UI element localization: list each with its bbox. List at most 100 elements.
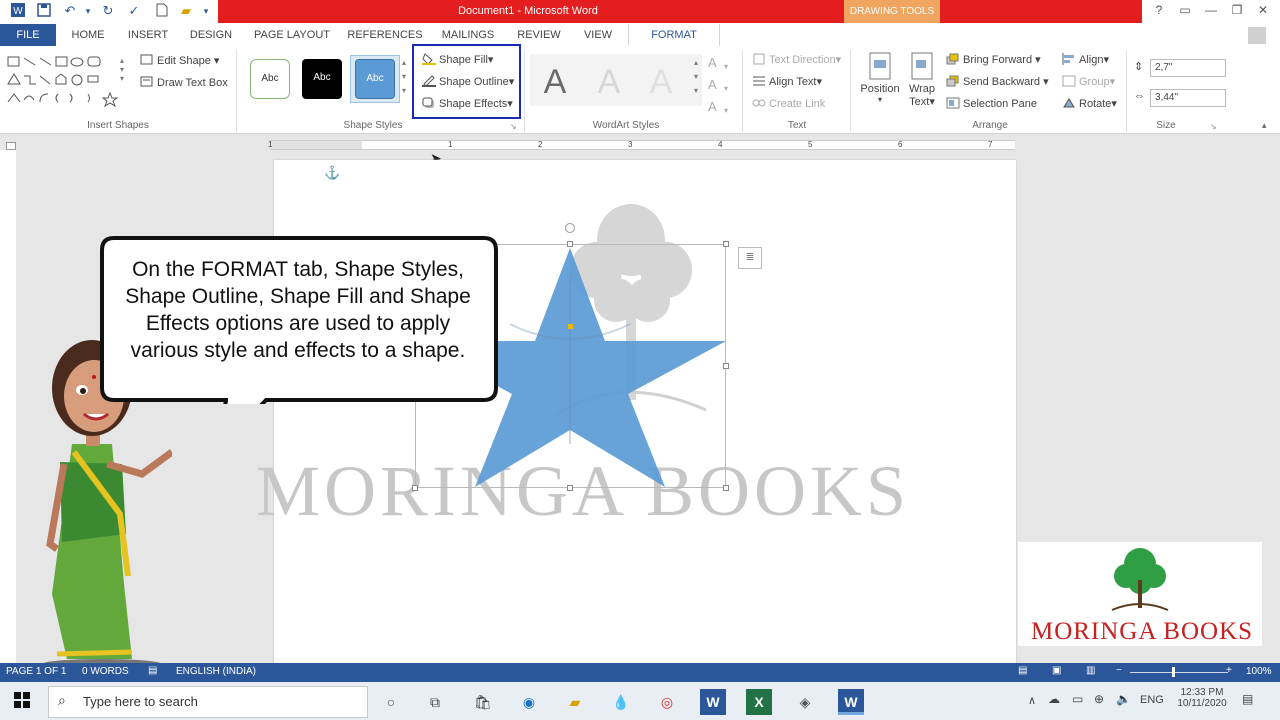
spelling-check-icon[interactable]: ✓ <box>126 3 142 19</box>
minimize-icon[interactable]: — <box>1202 3 1220 19</box>
resize-handle[interactable] <box>412 485 418 491</box>
shape-width-field[interactable]: 3,44" <box>1150 89 1226 107</box>
close-icon[interactable]: ✕ <box>1254 3 1272 19</box>
shape-style-outline-sample[interactable]: Abc <box>250 59 290 99</box>
undo-dropdown-icon[interactable]: ▾ <box>80 3 96 19</box>
layout-options-icon[interactable]: ≣ <box>738 247 762 269</box>
gallery-scroll-icon[interactable]: ▴ ▾ ▾ <box>120 56 124 83</box>
tab-review[interactable]: REVIEW <box>512 24 566 46</box>
rotate-handle[interactable] <box>565 223 575 233</box>
globe-icon[interactable]: ⊕ <box>1094 692 1104 706</box>
dialog-launcher-icon[interactable]: ↘ <box>510 122 517 131</box>
tab-design[interactable]: DESIGN <box>186 24 236 46</box>
align-button[interactable]: Align▾ <box>1062 53 1109 66</box>
print-layout-icon[interactable]: ▣ <box>1052 665 1061 676</box>
notifications-icon[interactable]: ▤ <box>1242 692 1253 706</box>
resize-handle[interactable] <box>723 241 729 247</box>
position-button[interactable]: Position ▾ <box>860 52 900 104</box>
volume-icon[interactable]: 🔈 <box>1116 692 1131 706</box>
network-sync-icon[interactable]: ☁ <box>1048 692 1060 706</box>
redo-icon[interactable]: ↻ <box>100 3 116 19</box>
wordart-style-3[interactable]: A <box>638 60 684 104</box>
resize-handle[interactable] <box>567 485 573 491</box>
text-direction-button[interactable]: Text Direction▾ <box>752 53 841 66</box>
language-indicator[interactable]: ENGLISH (INDIA) <box>176 666 256 677</box>
resize-handle[interactable] <box>723 363 729 369</box>
create-link-button[interactable]: Create Link <box>752 97 825 110</box>
collapse-ribbon-icon[interactable]: ▴ <box>1262 120 1267 131</box>
show-hidden-icons-icon[interactable]: ∧ <box>1028 694 1036 707</box>
tab-file[interactable]: FILE <box>0 24 56 46</box>
zoom-level[interactable]: 100% <box>1246 666 1272 677</box>
chrome-icon[interactable]: ◎ <box>654 689 680 715</box>
wordart-style-1[interactable]: A <box>532 60 578 104</box>
tab-mailings[interactable]: MAILINGS <box>436 24 500 46</box>
word-count[interactable]: 0 WORDS <box>82 666 129 677</box>
resize-handle[interactable] <box>723 485 729 491</box>
cortana-icon[interactable]: ○ <box>378 689 404 715</box>
new-document-icon[interactable] <box>154 3 170 19</box>
shape-height-field[interactable]: 2,7" <box>1150 59 1226 77</box>
shape-fill-button[interactable]: Shape Fill▾ <box>422 53 493 66</box>
edge-icon[interactable]: ◉ <box>516 689 542 715</box>
tab-home[interactable]: HOME <box>66 24 110 46</box>
text-options-dropdown-icon[interactable]: ▾ ▾ ▾ <box>724 56 728 122</box>
wordart-scroll-icon[interactable]: ▴ ▾ ▾ <box>694 56 698 98</box>
word-active-taskbar-icon[interactable]: W <box>838 689 864 715</box>
shape-style-black-sample[interactable]: Abc <box>302 59 342 99</box>
store-icon[interactable]: 🛍 <box>470 689 496 715</box>
wordart-style-2[interactable]: A <box>586 60 632 104</box>
align-text-button[interactable]: Align Text▾ <box>752 75 822 88</box>
language-tray[interactable]: ENG <box>1140 694 1164 706</box>
shape-outline-button[interactable]: Shape Outline▾ <box>422 75 514 88</box>
camtasia-icon[interactable]: ◈ <box>792 689 818 715</box>
undo-icon[interactable]: ↶ <box>62 3 78 19</box>
onedrive-icon[interactable]: ▭ <box>1072 692 1083 706</box>
send-backward-button[interactable]: Send Backward ▾ <box>946 75 1049 88</box>
zoom-slider[interactable] <box>1130 672 1228 673</box>
proofing-icon[interactable]: ▤ <box>148 665 157 676</box>
clock[interactable]: 12:33 PM 10/11/2020 <box>1172 687 1232 709</box>
horizontal-ruler[interactable]: 1 1 2 3 4 5 6 7 <box>268 140 1015 150</box>
file-explorer-icon[interactable]: ▰ <box>562 689 588 715</box>
resize-handle[interactable] <box>567 241 573 247</box>
shapes-gallery[interactable] <box>6 54 130 108</box>
taskbar-search-input[interactable]: Type here to search <box>48 686 368 718</box>
bring-forward-button[interactable]: Bring Forward ▾ <box>946 53 1041 66</box>
zoom-slider-thumb[interactable] <box>1172 667 1175 677</box>
tab-references[interactable]: REFERENCES <box>346 24 424 46</box>
rotate-button[interactable]: Rotate▾ <box>1062 97 1117 110</box>
text-fill-icon[interactable]: AAA <box>708 52 717 118</box>
wrap-text-button[interactable]: Wrap Text▾ <box>904 52 940 108</box>
shape-effects-button[interactable]: Shape Effects▾ <box>422 97 513 110</box>
adjust-handle[interactable] <box>568 324 573 329</box>
web-layout-icon[interactable]: ▥ <box>1086 665 1095 676</box>
selection-pane-button[interactable]: Selection Pane <box>946 97 1037 110</box>
tab-format[interactable]: FORMAT <box>628 24 720 46</box>
zoom-out-icon[interactable]: − <box>1116 665 1122 676</box>
help-icon[interactable]: ? <box>1150 3 1168 19</box>
restore-icon[interactable]: ❐ <box>1228 3 1246 19</box>
paint-icon[interactable]: 💧 <box>608 689 634 715</box>
excel-taskbar-icon[interactable]: X <box>746 689 772 715</box>
zoom-in-icon[interactable]: + <box>1226 665 1232 676</box>
tab-selector[interactable] <box>6 142 16 150</box>
group-button[interactable]: Group▾ <box>1062 75 1115 88</box>
tab-insert[interactable]: INSERT <box>124 24 172 46</box>
windows-start-icon[interactable] <box>14 692 30 711</box>
shape-style-blue-sample[interactable]: Abc <box>355 59 395 99</box>
task-view-icon[interactable]: ⧉ <box>422 689 448 715</box>
read-mode-icon[interactable]: ▤ <box>1018 665 1027 676</box>
word-taskbar-icon[interactable]: W <box>700 689 726 715</box>
tab-view[interactable]: VIEW <box>578 24 618 46</box>
shape-styles-scroll-icon[interactable]: ▴ ▾ ▾ <box>402 56 406 98</box>
customize-qat-icon[interactable]: ▾ <box>198 3 214 19</box>
edit-shape-button[interactable]: Edit Shape ▾ <box>140 54 219 67</box>
page-count[interactable]: PAGE 1 OF 1 <box>6 666 66 677</box>
tab-page-layout[interactable]: PAGE LAYOUT <box>250 24 334 46</box>
ribbon-display-options-icon[interactable]: ▭ <box>1176 3 1194 19</box>
draw-text-box-button[interactable]: Draw Text Box <box>140 76 228 89</box>
size-dialog-launcher-icon[interactable]: ↘ <box>1210 122 1217 131</box>
avatar[interactable] <box>1248 27 1266 44</box>
open-folder-icon[interactable]: ▰ <box>178 3 194 19</box>
